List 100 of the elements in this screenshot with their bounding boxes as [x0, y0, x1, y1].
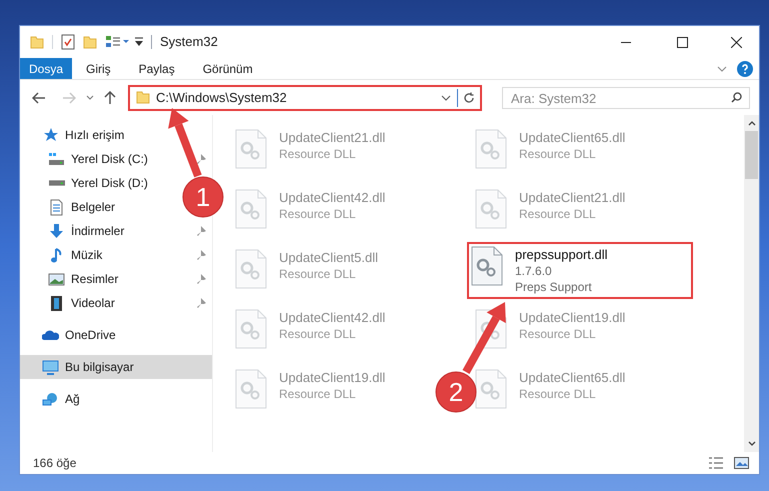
address-path: C:\Windows\System32: [156, 88, 287, 107]
nav-label: Bu bilgisayar: [65, 359, 134, 376]
large-icons-view-icon[interactable]: [734, 457, 749, 469]
nav-item[interactable]: İndirmeler: [20, 219, 212, 243]
nav-label: Yerel Disk (D:): [71, 175, 148, 192]
details-view-icon[interactable]: [708, 457, 724, 469]
folder-icon: [136, 91, 150, 104]
file-detail: Resource DLL: [519, 326, 597, 342]
nav-item[interactable]: Yerel Disk (C:): [20, 147, 212, 171]
ribbon-tab[interactable]: Paylaş: [124, 58, 189, 79]
dll-file-icon: [235, 189, 267, 229]
step-badge: [436, 372, 476, 412]
nav-item[interactable]: Müzik: [20, 243, 212, 267]
arrow: [462, 302, 506, 374]
dll-file-icon: [235, 249, 267, 289]
properties-icon[interactable]: [61, 34, 75, 50]
file-detail: Resource DLL: [519, 206, 597, 222]
file-detail: Resource DLL: [279, 386, 357, 402]
dll-file-icon: [471, 246, 503, 286]
ribbon-tab[interactable]: Görünüm: [188, 58, 267, 79]
scrollbar[interactable]: [744, 115, 759, 452]
pin-icon[interactable]: [197, 226, 206, 236]
nav-label: OneDrive: [65, 327, 116, 344]
film-icon: [48, 294, 65, 312]
arrow: [168, 108, 202, 178]
nav-item[interactable]: OneDrive: [20, 323, 212, 347]
close-icon[interactable]: [730, 36, 742, 48]
window-title: System32: [160, 33, 218, 52]
pin-icon[interactable]: [197, 298, 206, 308]
nav-item[interactable]: Resimler: [20, 267, 212, 291]
file-name: UpdateClient19.dll: [279, 369, 386, 386]
customize-toolbar-icon[interactable]: [135, 37, 143, 47]
search-field[interactable]: Ara: System32: [502, 87, 750, 109]
pin-icon[interactable]: [197, 274, 206, 284]
file-detail: Resource DLL: [519, 146, 597, 162]
view-dropdown-icon[interactable]: [105, 35, 129, 49]
item-count: 166 öğe: [33, 455, 76, 472]
file-name: UpdateClient42.dll: [279, 189, 386, 206]
dll-file-icon: [475, 189, 507, 229]
nav-item[interactable]: Videolar: [20, 291, 212, 315]
nav-label: Resimler: [71, 271, 118, 288]
nav-item[interactable]: Yerel Disk (D:): [20, 171, 154, 195]
file-name: UpdateClient65.dll: [519, 369, 626, 386]
file-name: UpdateClient65.dll: [519, 129, 626, 146]
dll-file-icon: [235, 309, 267, 349]
step-number: 1: [196, 182, 210, 212]
file-detail: Resource DLL: [279, 326, 357, 342]
maximize-icon[interactable]: [676, 36, 688, 48]
file-name: UpdateClient19.dll: [519, 309, 626, 326]
step-badge: [182, 176, 224, 218]
back-arrow-icon[interactable]: [32, 92, 46, 104]
nav-item[interactable]: Ağ: [20, 387, 212, 411]
help-icon[interactable]: [737, 60, 753, 76]
file-detail: 1.7.6.0: [515, 263, 553, 279]
nav-label: Videolar: [71, 295, 115, 312]
ribbon-tab[interactable]: Giriş: [72, 58, 125, 79]
pin-icon[interactable]: [197, 250, 206, 260]
nav-label: Yerel Disk (C:): [71, 151, 148, 168]
picture-icon: [48, 270, 65, 288]
address-bar[interactable]: C:\Windows\System32: [128, 84, 482, 110]
file-name: UpdateClient5.dll: [279, 249, 378, 266]
scroll-thumb[interactable]: [745, 131, 758, 179]
drive-icon: [48, 180, 64, 186]
chevron-down-icon[interactable]: [86, 95, 94, 100]
chevron-down-icon[interactable]: [441, 94, 451, 100]
nav-label: Hızlı erişim: [65, 127, 124, 144]
file-name: prepssupport.dll: [515, 246, 608, 263]
dll-file-icon: [235, 369, 267, 409]
refresh-icon[interactable]: [463, 92, 475, 104]
nav-item[interactable]: Bu bilgisayar: [20, 355, 212, 379]
download-arrow-icon: [48, 222, 65, 240]
nav-item[interactable]: Hızlı erişim: [20, 123, 212, 147]
step-number: 2: [448, 377, 464, 407]
nav-label: İndirmeler: [71, 223, 124, 240]
nav-item[interactable]: Belgeler: [20, 195, 122, 219]
file-item[interactable]: prepssupport.dll 1.7.6.0 Preps Support: [467, 242, 693, 299]
document-icon: [48, 198, 65, 216]
search-icon[interactable]: [731, 92, 742, 102]
file-name: UpdateClient21.dll: [279, 129, 386, 146]
chevron-up-icon[interactable]: [748, 121, 756, 126]
dll-file-icon: [475, 129, 507, 169]
pin-icon[interactable]: [197, 154, 206, 164]
up-arrow-icon[interactable]: [104, 90, 116, 104]
file-menu-tab[interactable]: Dosya: [20, 58, 72, 79]
star-icon: [42, 126, 59, 144]
drive-icon: [48, 150, 65, 168]
file-detail: Resource DLL: [279, 266, 357, 282]
network-icon: [42, 390, 59, 408]
file-detail: Preps Support: [515, 279, 593, 295]
file-name: UpdateClient21.dll: [519, 189, 626, 206]
nav-label: Belgeler: [71, 199, 116, 216]
dll-file-icon: [235, 129, 267, 169]
file-detail: Resource DLL: [519, 386, 597, 402]
chevron-down-icon[interactable]: [748, 441, 756, 446]
file-name: UpdateClient42.dll: [279, 309, 386, 326]
file-detail: Resource DLL: [279, 146, 357, 162]
file-detail: Resource DLL: [279, 206, 357, 222]
monitor-icon: [42, 358, 59, 376]
nav-label: Ağ: [65, 391, 80, 408]
dll-file-icon: [475, 369, 507, 409]
